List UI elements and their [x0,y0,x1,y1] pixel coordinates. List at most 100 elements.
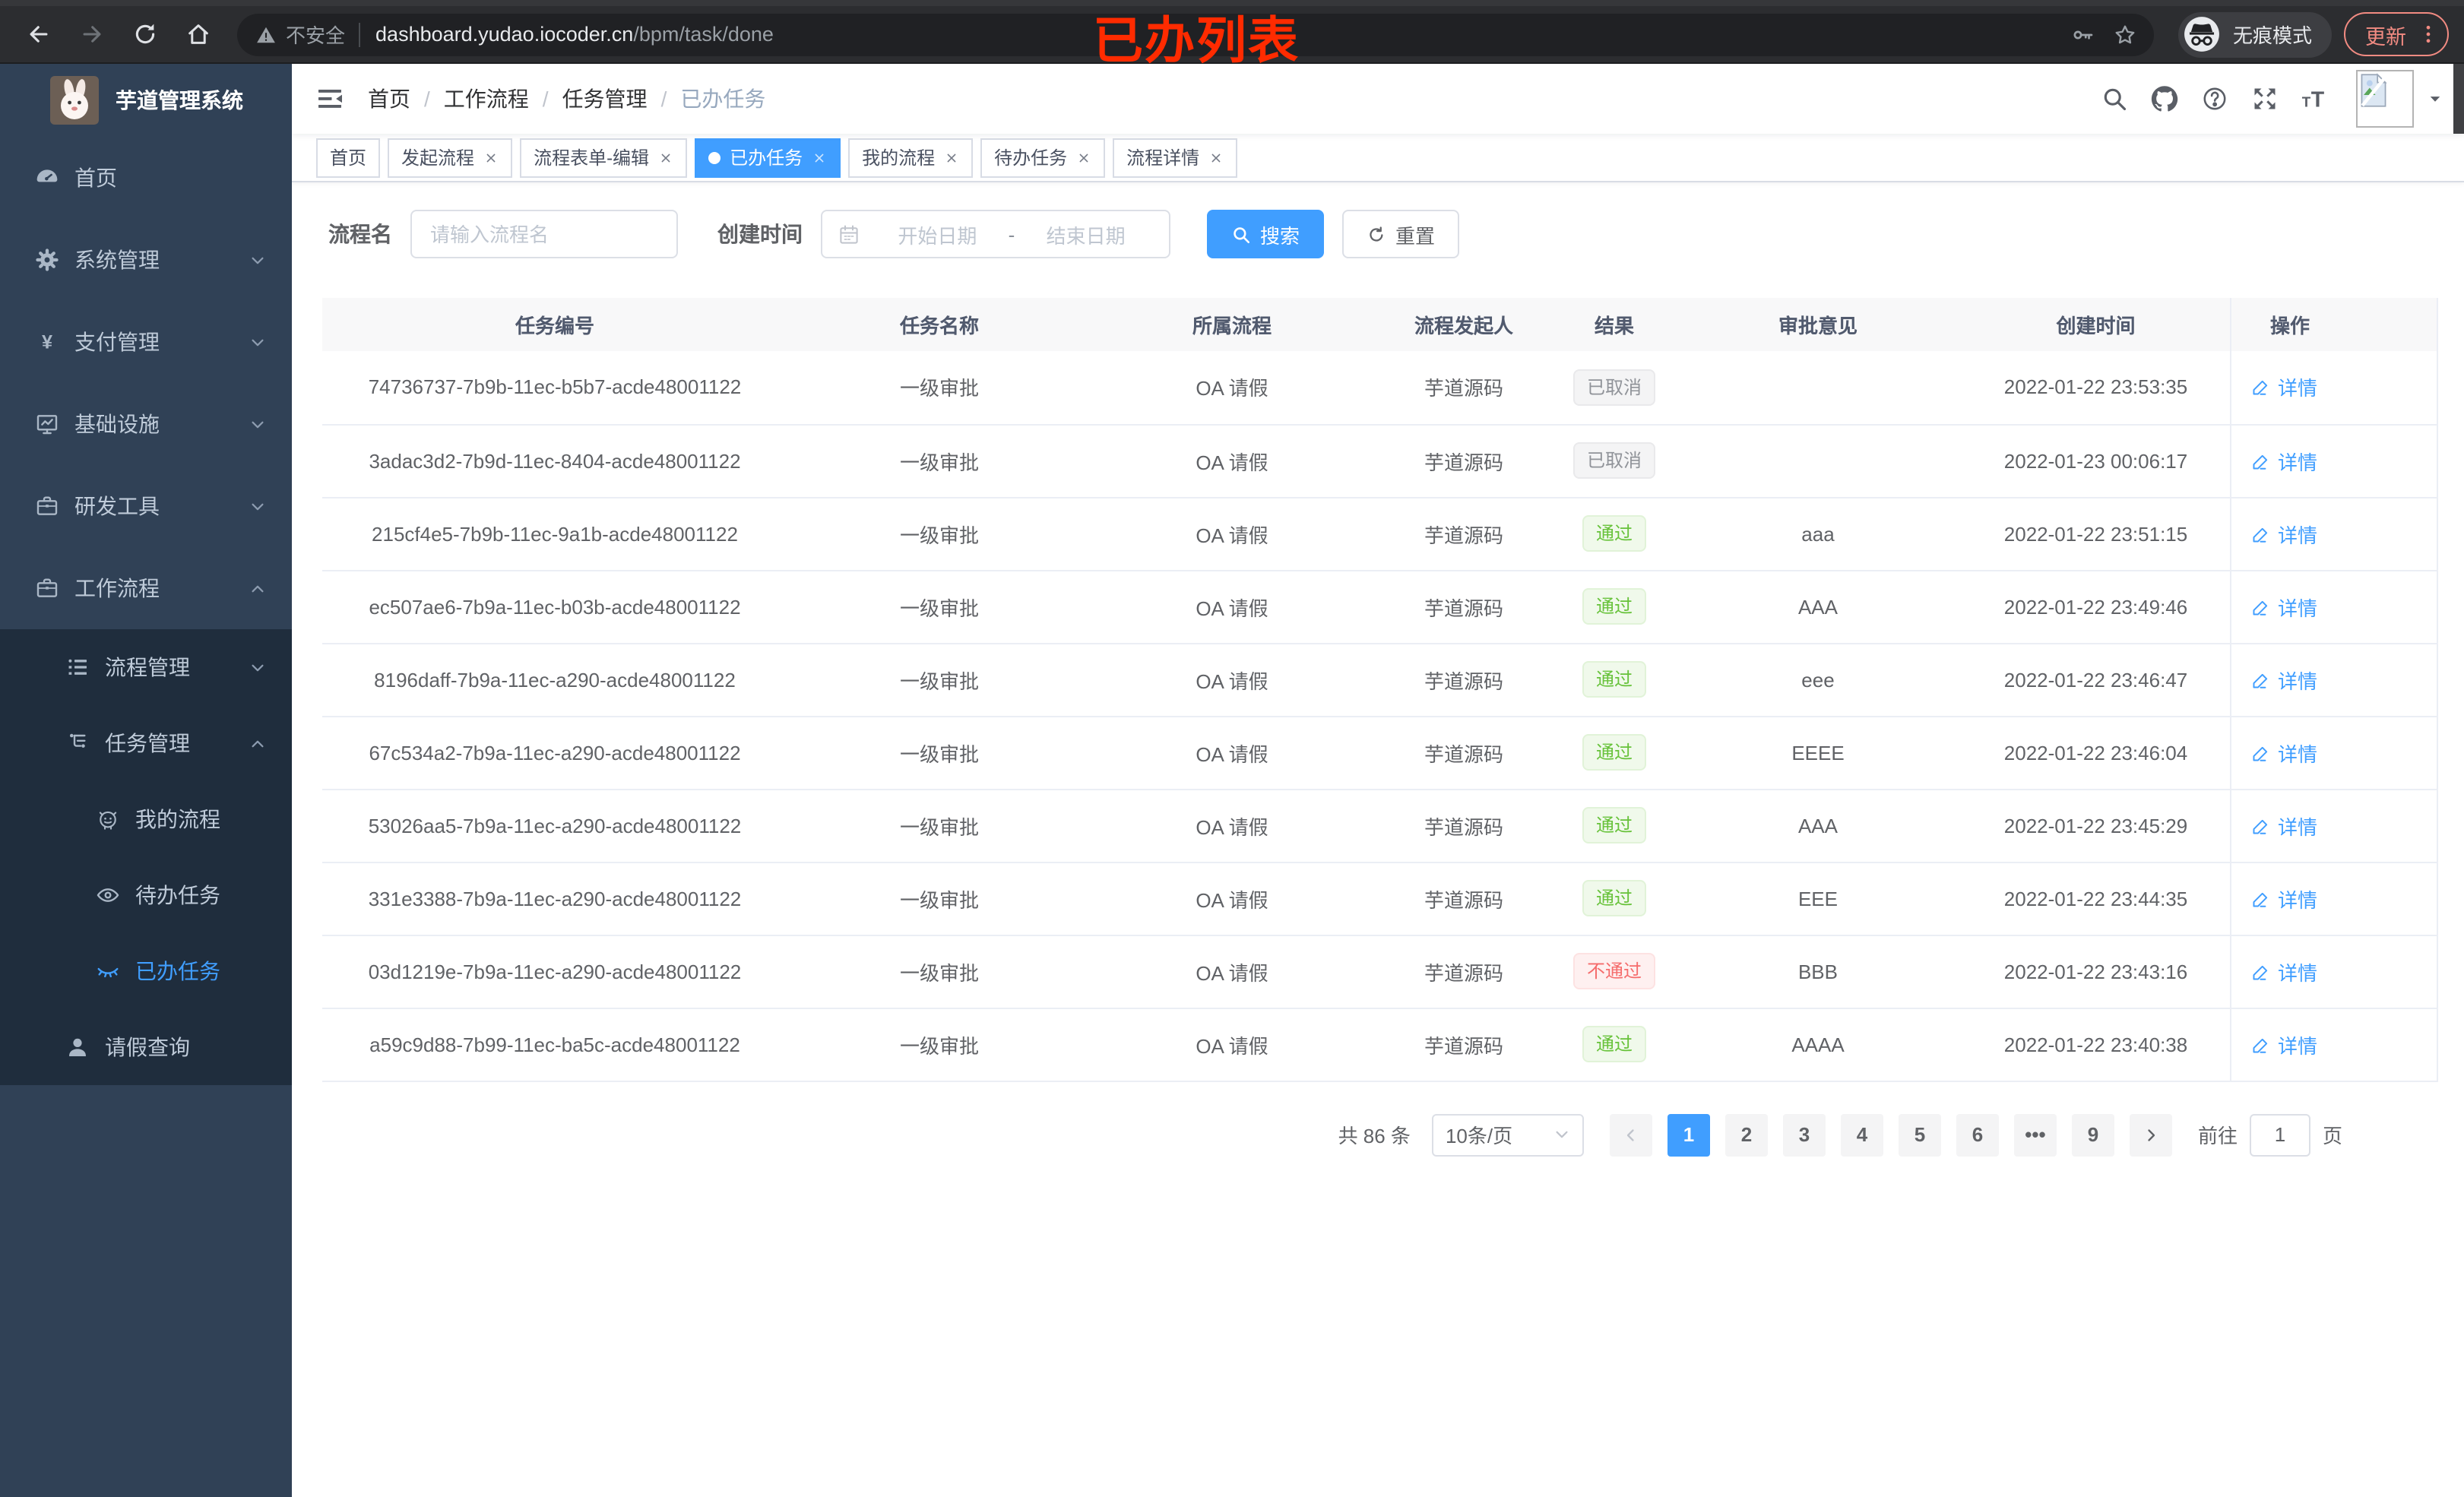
github-icon[interactable] [2148,82,2181,116]
tab-home[interactable]: 首页 [316,138,381,177]
reset-button[interactable]: 重置 [1342,210,1460,258]
search-icon[interactable] [2098,82,2131,116]
tab-done-task[interactable]: 已办任务 [695,138,841,177]
task-name-cell: 一级审批 [787,643,1091,717]
start-date-placeholder[interactable]: 开始日期 [869,220,1006,248]
tab-label: 流程表单-编辑 [534,147,650,169]
sidebar-item-done-task[interactable]: 已办任务 [0,933,292,1009]
detail-link[interactable]: 详情 [2250,738,2317,767]
bookmark-star-icon[interactable] [2104,13,2146,55]
sidebar-item-process-mgmt[interactable]: 流程管理 [0,629,292,705]
end-date-placeholder[interactable]: 结束日期 [1018,220,1154,248]
goto-page-input[interactable] [2249,1113,2310,1156]
sidebar-item-leave-query[interactable]: 请假查询 [0,1009,292,1085]
breadcrumb-item[interactable]: 工作流程 [444,84,529,114]
detail-link[interactable]: 详情 [2250,519,2317,548]
page-button-9[interactable]: 9 [2071,1113,2114,1156]
browser-reload-button[interactable] [123,12,167,56]
close-icon[interactable] [1208,150,1224,165]
incognito-badge: 无痕模式 [2177,11,2332,57]
help-icon[interactable] [2198,82,2231,116]
tab-todo-task[interactable]: 待办任务 [980,138,1106,177]
task-id-cell: 74736737-7b9b-11ec-b5b7-acde48001122 [322,351,787,425]
sidebar-item-devtools[interactable]: 研发工具 [0,465,292,547]
time-cell: 2022-01-22 23:46:04 [1962,716,2230,790]
page-button-3[interactable]: 3 [1782,1113,1826,1156]
detail-link[interactable]: 详情 [2250,665,2317,694]
detail-link[interactable]: 详情 [2250,446,2317,475]
avatar[interactable] [2356,70,2414,128]
sidebar-collapse-icon[interactable] [310,79,350,119]
task-name-cell: 一级审批 [787,497,1091,571]
tab-form-edit[interactable]: 流程表单-编辑 [520,138,688,177]
detail-link[interactable]: 详情 [2250,592,2317,621]
sidebar-item-infrastructure[interactable]: 基础设施 [0,383,292,465]
browser-menu-icon[interactable] [2417,23,2440,46]
font-size-icon[interactable]: TT [2298,82,2332,116]
next-page-button[interactable] [2129,1113,2172,1156]
breadcrumb-separator: / [424,87,430,111]
close-icon[interactable] [483,150,499,165]
close-icon[interactable] [812,150,827,165]
detail-link[interactable]: 详情 [2250,1030,2317,1059]
fullscreen-icon[interactable] [2248,82,2282,116]
page-more-button[interactable]: ••• [2013,1113,2057,1156]
close-icon[interactable] [658,150,673,165]
sidebar-item-my-process[interactable]: 我的流程 [0,781,292,857]
status-badge: 通过 [1582,1026,1646,1062]
search-button[interactable]: 搜索 [1207,210,1325,258]
prev-page-button[interactable] [1609,1113,1652,1156]
sidebar-item-todo-task[interactable]: 待办任务 [0,857,292,933]
page-button-2[interactable]: 2 [1724,1113,1768,1156]
detail-link[interactable]: 详情 [2250,884,2317,913]
starter-cell: 芋道源码 [1373,424,1555,498]
status-badge: 通过 [1582,734,1646,771]
close-icon[interactable] [944,150,959,165]
date-range-picker[interactable]: 开始日期 - 结束日期 [821,210,1170,258]
sidebar-item-task-mgmt[interactable]: 任务管理 [0,705,292,781]
divider [359,22,361,46]
password-key-icon[interactable] [2061,13,2104,55]
sidebar-item-payment[interactable]: ¥ 支付管理 [0,301,292,383]
browser-back-button[interactable] [17,12,61,56]
sidebar-item-home[interactable]: 首页 [0,137,292,219]
page-size-select[interactable]: 10条/页 [1431,1113,1584,1156]
column-header: 所属流程 [1091,298,1373,351]
page-button-1[interactable]: 1 [1667,1113,1710,1156]
detail-link[interactable]: 详情 [2250,373,2317,402]
edit-icon [2250,815,2270,835]
page-button-5[interactable]: 5 [1898,1113,1941,1156]
window-edge [2453,64,2464,134]
page-content: 流程名 创建时间 开始日期 - 结束日期 搜索 重置 [292,182,2464,1156]
close-icon[interactable] [1076,150,1091,165]
briefcase-icon [35,576,59,600]
app-title: 芋道管理系统 [116,88,243,112]
detail-link[interactable]: 详情 [2250,957,2317,986]
address-bar[interactable]: 不安全 dashboard.yudao.iocoder.cn/bpm/task/… [237,13,2154,55]
table-row: 67c534a2-7b9a-11ec-a290-acde48001122 一级审… [322,716,2437,790]
process-name-input[interactable] [410,210,678,258]
browser-update-button[interactable]: 更新 [2344,12,2449,56]
page-button-6[interactable]: 6 [1956,1113,1999,1156]
breadcrumb-item[interactable]: 任务管理 [562,84,648,114]
starter-cell: 芋道源码 [1373,351,1555,425]
app-logo-row[interactable]: 芋道管理系统 [0,64,292,137]
time-cell: 2022-01-22 23:40:38 [1962,1008,2230,1081]
breadcrumb-item: 已办任务 [680,87,766,111]
comment-cell: AAA [1674,570,1962,644]
sidebar-item-system[interactable]: 系统管理 [0,219,292,301]
detail-link[interactable]: 详情 [2250,811,2317,840]
status-badge: 不通过 [1572,953,1655,989]
browser-forward-button[interactable] [70,12,114,56]
page-button-4[interactable]: 4 [1840,1113,1883,1156]
sidebar-item-label: 请假查询 [105,1035,190,1059]
breadcrumb-item[interactable]: 首页 [368,84,410,114]
tab-start-process[interactable]: 发起流程 [388,138,513,177]
caret-down-icon[interactable] [2428,91,2443,106]
browser-home-button[interactable] [176,12,220,56]
tab-my-process[interactable]: 我的流程 [848,138,974,177]
sidebar-item-label: 工作流程 [74,576,160,600]
task-id-cell: 03d1219e-7b9a-11ec-a290-acde48001122 [322,935,787,1008]
tab-process-detail[interactable]: 流程详情 [1113,138,1238,177]
sidebar-item-workflow[interactable]: 工作流程 [0,547,292,629]
